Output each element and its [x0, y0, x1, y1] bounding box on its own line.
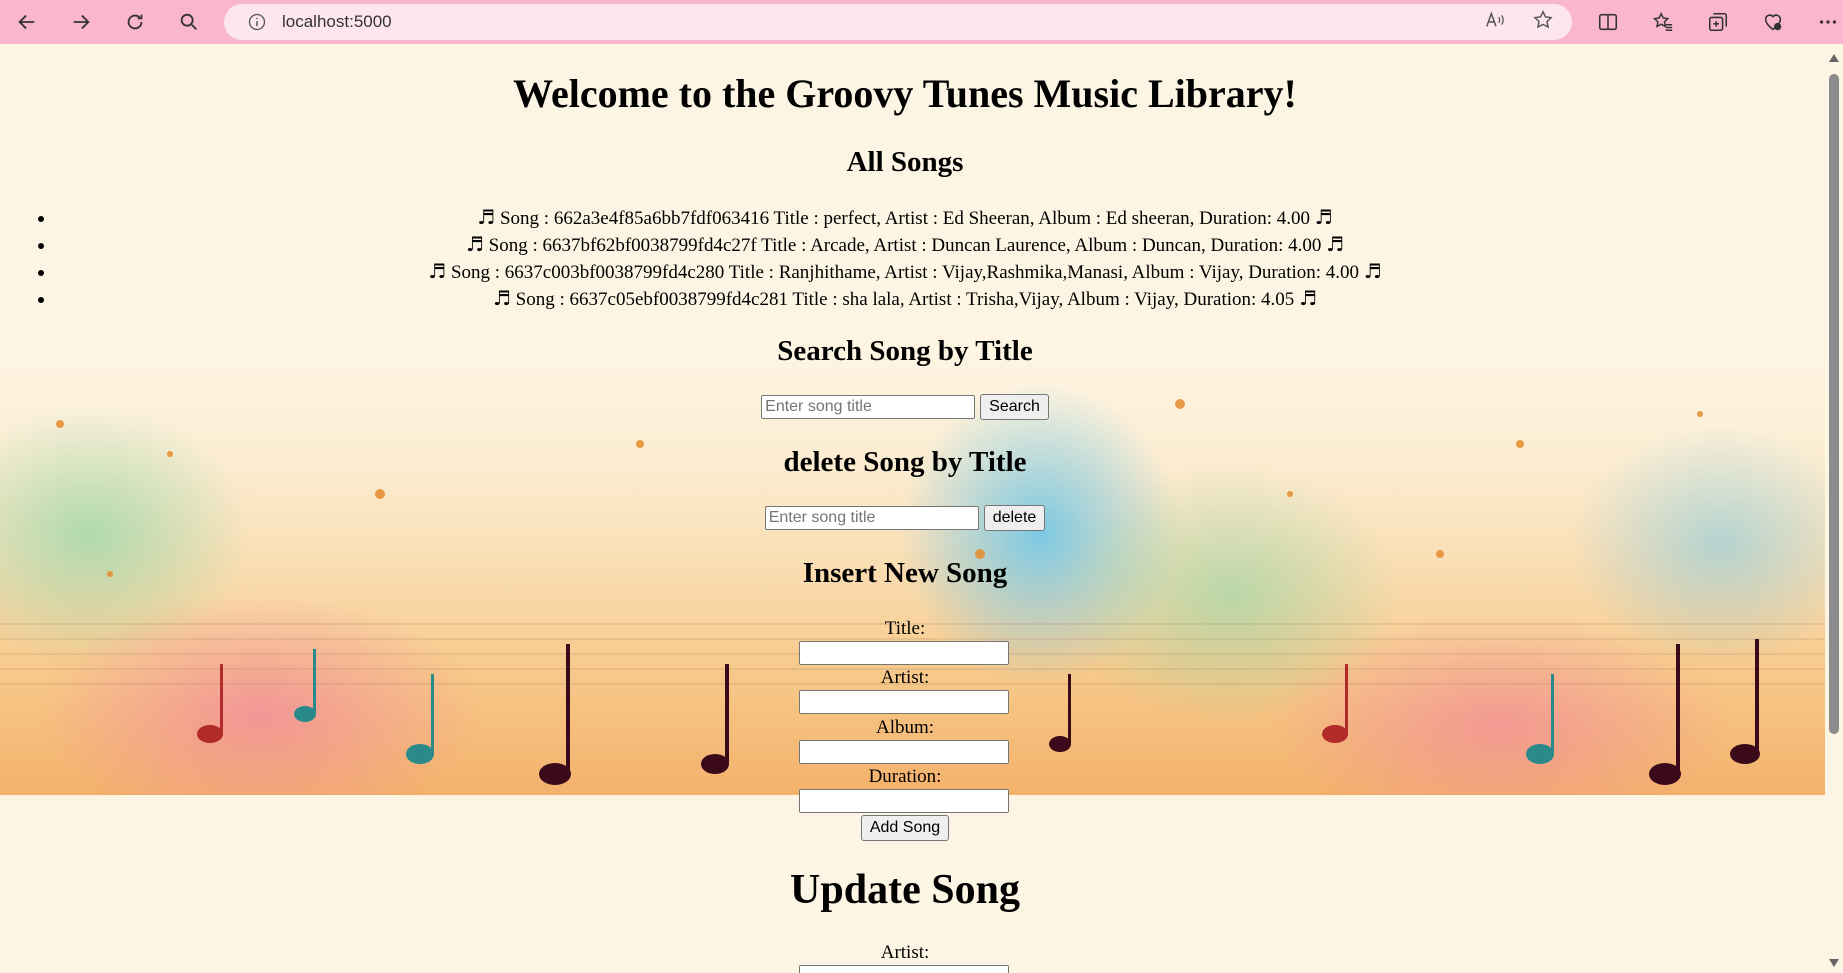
- music-note-icon: ♬: [465, 232, 484, 256]
- page-viewport: Welcome to the Groovy Tunes Music Librar…: [0, 44, 1825, 973]
- music-note-icon: ♬: [428, 259, 447, 283]
- split-screen-icon[interactable]: [1594, 8, 1622, 36]
- update-artist-field[interactable]: [799, 965, 1009, 973]
- info-icon[interactable]: [246, 11, 268, 33]
- page-title: Welcome to the Groovy Tunes Music Librar…: [513, 71, 1297, 116]
- favorites-icon[interactable]: [1649, 8, 1677, 36]
- favorite-star-icon[interactable]: [1532, 9, 1554, 36]
- all-songs-heading: All Songs: [846, 146, 964, 178]
- duration-label: Duration:: [868, 766, 942, 787]
- song-text: Song : 662a3e4f85a6bb7fdf063416 Title : …: [499, 208, 1310, 229]
- song-list: ♬ Song : 662a3e4f85a6bb7fdf063416 Title …: [0, 204, 1810, 312]
- collections-icon[interactable]: [1704, 8, 1732, 36]
- music-note-icon: ♬: [1314, 205, 1333, 229]
- more-icon[interactable]: [1814, 8, 1842, 36]
- scrollbar-thumb[interactable]: [1829, 74, 1839, 734]
- address-bar[interactable]: localhost:5000: [224, 4, 1572, 40]
- forward-icon[interactable]: [54, 0, 108, 44]
- read-aloud-icon[interactable]: [1484, 9, 1506, 36]
- artist-label: Artist:: [880, 667, 930, 688]
- album-field[interactable]: [799, 740, 1009, 764]
- title-label: Title:: [884, 618, 926, 639]
- reload-icon[interactable]: [108, 0, 162, 44]
- vertical-scrollbar[interactable]: [1825, 44, 1843, 973]
- search-form: Search: [0, 394, 1810, 420]
- url-text[interactable]: localhost:5000: [282, 12, 392, 32]
- scroll-down-icon[interactable]: [1829, 959, 1839, 967]
- music-note-icon: ♬: [477, 205, 496, 229]
- album-label: Album:: [875, 717, 935, 738]
- back-icon[interactable]: [0, 0, 54, 44]
- delete-form: delete: [0, 505, 1810, 531]
- song-text: Song : 6637bf62bf0038799fd4c27f Title : …: [488, 235, 1322, 256]
- update-heading: Update Song: [790, 867, 1020, 913]
- insert-heading: Insert New Song: [802, 557, 1008, 589]
- delete-input[interactable]: [764, 506, 979, 530]
- search-input[interactable]: [761, 395, 976, 419]
- update-artist-label: Artist:: [880, 942, 930, 963]
- add-song-row: Add Song: [0, 815, 1810, 841]
- list-item: ♬ Song : 6637c05ebf0038799fd4c281 Title …: [0, 285, 1810, 312]
- artist-field[interactable]: [799, 690, 1009, 714]
- browser-essentials-icon[interactable]: [1759, 8, 1787, 36]
- title-field[interactable]: [799, 641, 1009, 665]
- search-icon[interactable]: [162, 0, 216, 44]
- song-text: Song : 6637c003bf0038799fd4c280 Title : …: [450, 262, 1360, 283]
- music-note-icon: ♬: [1299, 286, 1317, 310]
- delete-button[interactable]: delete: [983, 505, 1046, 531]
- music-note-icon: ♬: [1326, 232, 1345, 256]
- list-item: ♬ Song : 6637bf62bf0038799fd4c27f Title …: [0, 231, 1810, 258]
- music-note-icon: ♬: [1363, 259, 1382, 283]
- search-button[interactable]: Search: [980, 394, 1049, 420]
- list-item: ♬ Song : 6637c003bf0038799fd4c280 Title …: [0, 258, 1810, 285]
- delete-heading: delete Song by Title: [783, 446, 1027, 478]
- music-note-icon: ♬: [492, 286, 511, 310]
- browser-toolbar: localhost:5000: [0, 0, 1843, 44]
- duration-field[interactable]: [799, 789, 1009, 813]
- song-text: Song : 6637c05ebf0038799fd4c281 Title : …: [515, 289, 1295, 310]
- scroll-up-icon[interactable]: [1829, 54, 1839, 62]
- search-heading: Search Song by Title: [777, 335, 1033, 367]
- add-song-button[interactable]: Add Song: [860, 815, 950, 841]
- list-item: ♬ Song : 662a3e4f85a6bb7fdf063416 Title …: [0, 204, 1810, 231]
